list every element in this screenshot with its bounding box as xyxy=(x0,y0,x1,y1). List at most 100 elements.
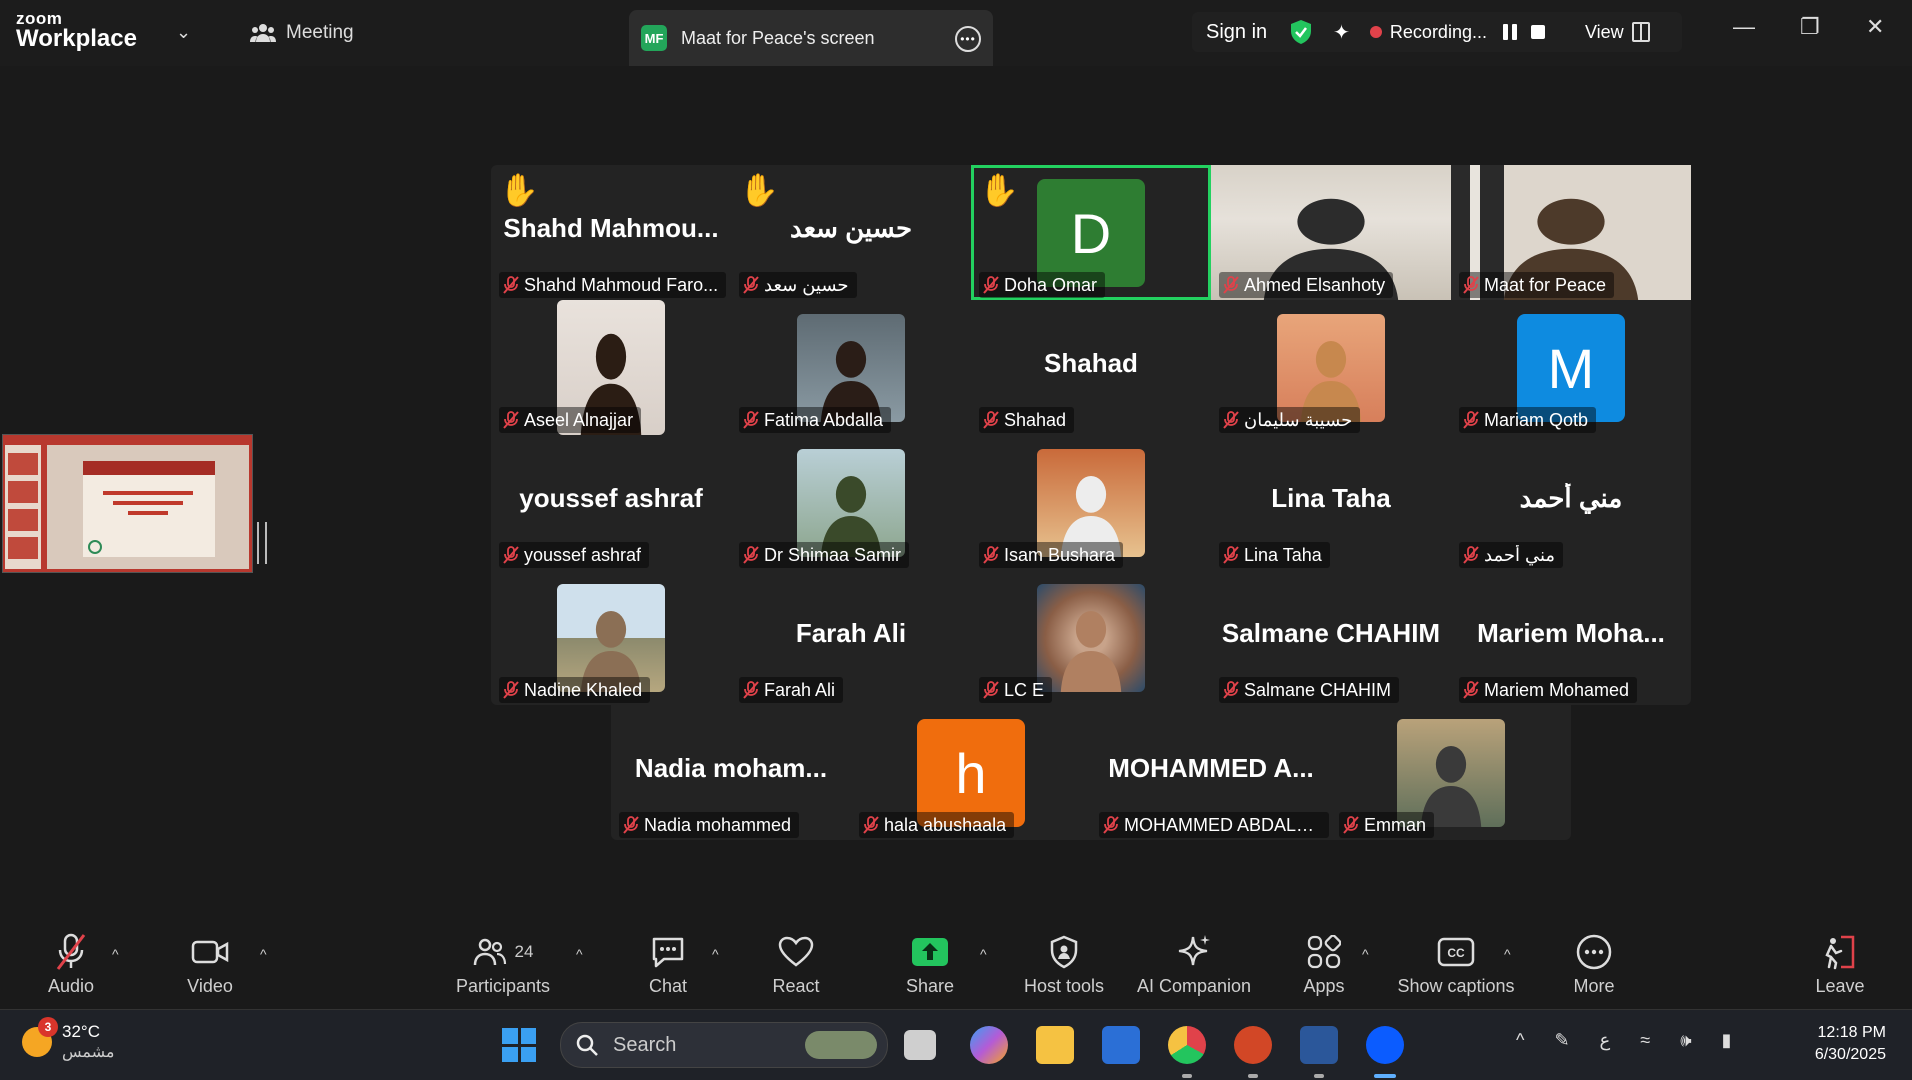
ai-sparkle-icon[interactable]: ✦ xyxy=(1333,20,1350,45)
participant-name: LC E xyxy=(1004,679,1045,700)
host-tools-button[interactable]: Host tools xyxy=(1018,918,1110,1008)
participant-tile[interactable]: MOHAMMED A... MOHAMMED ABDALH... xyxy=(1091,705,1331,840)
chat-bubble-icon xyxy=(652,937,684,967)
wifi-icon[interactable]: ≈ xyxy=(1640,1030,1650,1051)
volume-icon[interactable]: 🕪 xyxy=(1680,1030,1691,1051)
sharer-initials-badge: MF xyxy=(641,25,667,51)
windows-taskbar: 3 32°C مشمس Search ^ ✎ ع ≈ 🕪 ▮ 12:18 PM … xyxy=(0,1009,1912,1080)
restore-button[interactable]: ❐ xyxy=(1800,14,1820,40)
shared-screen-title: Maat for Peace's screen xyxy=(681,27,875,48)
participant-silhouette xyxy=(1060,611,1122,692)
shared-slide-thumbnail[interactable] xyxy=(2,434,253,573)
participant-tile[interactable]: LC E xyxy=(971,570,1211,705)
participant-tile[interactable]: youssef ashraf youssef ashraf xyxy=(491,435,731,570)
participant-tile[interactable]: Aseel Alnajjar xyxy=(491,300,731,435)
participant-silhouette xyxy=(1300,341,1362,422)
audio-button[interactable]: Audio xyxy=(40,918,102,1008)
participant-name: Dr Shimaa Samir xyxy=(764,544,902,565)
audio-options-chevron-icon[interactable]: ^ xyxy=(112,946,119,962)
leave-button[interactable]: Leave xyxy=(1812,918,1868,1008)
participant-name-tag: Isam Bushara xyxy=(979,542,1124,568)
task-view-icon[interactable] xyxy=(904,1030,936,1060)
view-button[interactable]: View xyxy=(1585,22,1650,43)
participant-tile[interactable]: حسيبة سليمان xyxy=(1211,300,1451,435)
file-explorer-icon[interactable] xyxy=(1036,1026,1074,1064)
taskbar-search[interactable]: Search xyxy=(560,1022,888,1068)
zoom-icon[interactable] xyxy=(1366,1026,1404,1064)
captions-options-chevron-icon[interactable]: ^ xyxy=(1504,946,1511,962)
participant-video xyxy=(1277,314,1385,422)
panel-resize-handle[interactable] xyxy=(257,522,267,564)
search-highlight-image xyxy=(805,1031,877,1059)
participant-name: hala abushaala xyxy=(884,814,1007,835)
shared-screen-tab[interactable]: MF Maat for Peace's screen ••• xyxy=(629,10,993,66)
participant-tile[interactable]: Nadia moham... Nadia mohammed xyxy=(611,705,851,840)
participant-tile[interactable]: Fatima Abdalla xyxy=(731,300,971,435)
sign-in-button[interactable]: Sign in xyxy=(1206,21,1267,44)
participant-video xyxy=(557,584,665,692)
chrome-icon[interactable] xyxy=(1168,1026,1206,1064)
participant-tile[interactable]: Isam Bushara xyxy=(971,435,1211,570)
participant-name: Farah Ali xyxy=(764,679,836,700)
react-button[interactable]: React xyxy=(768,918,824,1008)
security-shield-icon[interactable] xyxy=(1289,19,1313,45)
participant-tile[interactable]: Ahmed Elsanhoty xyxy=(1211,165,1451,300)
participant-name-tag: Lina Taha xyxy=(1219,542,1330,568)
more-button[interactable]: More xyxy=(1566,918,1622,1008)
microsoft-store-icon[interactable] xyxy=(1102,1026,1140,1064)
copilot-icon[interactable] xyxy=(970,1026,1008,1064)
minimize-button[interactable]: — xyxy=(1733,14,1755,40)
chat-button[interactable]: Chat xyxy=(640,918,696,1008)
video-options-chevron-icon[interactable]: ^ xyxy=(260,946,267,962)
participant-tile[interactable]: حسين سعد ✋ حسين سعد xyxy=(731,165,971,300)
apps-options-chevron-icon[interactable]: ^ xyxy=(1362,946,1369,962)
show-captions-button[interactable]: CC Show captions xyxy=(1394,918,1518,1008)
participant-tile[interactable]: Mariem Moha... Mariem Mohamed xyxy=(1451,570,1691,705)
video-button[interactable]: Video xyxy=(180,918,240,1008)
participant-tile[interactable]: D ✋ Doha Omar xyxy=(971,165,1211,300)
participant-tile[interactable]: Shahad Shahad xyxy=(971,300,1211,435)
participant-tile[interactable]: M Mariam Qotb xyxy=(1451,300,1691,435)
language-indicator[interactable]: ع xyxy=(1600,1030,1611,1051)
share-button[interactable]: Share xyxy=(900,918,960,1008)
participant-tile[interactable]: h hala abushaala xyxy=(851,705,1091,840)
participant-tile[interactable]: Lina Taha Lina Taha xyxy=(1211,435,1451,570)
share-options-chevron-icon[interactable]: ^ xyxy=(980,946,987,962)
stop-recording-button[interactable] xyxy=(1530,25,1545,39)
participant-name: Shahd Mahmoud Faro... xyxy=(524,274,719,295)
word-icon[interactable] xyxy=(1300,1026,1338,1064)
participants-options-chevron-icon[interactable]: ^ xyxy=(576,946,583,962)
mic-muted-icon xyxy=(1463,546,1479,564)
chevron-down-icon[interactable]: ⌄ xyxy=(176,22,191,43)
windows-start-icon[interactable] xyxy=(502,1028,536,1062)
participant-tile[interactable]: Maat for Peace xyxy=(1451,165,1691,300)
pen-input-icon[interactable]: ✎ xyxy=(1554,1030,1569,1051)
participant-tile[interactable]: Dr Shimaa Samir xyxy=(731,435,971,570)
participant-tile[interactable]: Salmane CHAHIM Salmane CHAHIM xyxy=(1211,570,1451,705)
ai-companion-button[interactable]: AI Companion xyxy=(1134,918,1254,1008)
pause-recording-button[interactable] xyxy=(1502,24,1517,40)
meeting-tab[interactable]: Meeting xyxy=(250,22,354,44)
battery-icon[interactable]: ▮ xyxy=(1722,1030,1732,1051)
svg-text:CC: CC xyxy=(1447,946,1465,960)
leave-door-icon xyxy=(1825,935,1855,969)
more-options-icon[interactable]: ••• xyxy=(955,26,981,52)
participants-button[interactable]: 24 Participants xyxy=(450,918,556,1008)
weather-widget[interactable]: 3 32°C مشمس xyxy=(22,1017,115,1062)
participant-tile[interactable]: Farah Ali Farah Ali xyxy=(731,570,971,705)
participant-tile[interactable]: Emman xyxy=(1331,705,1571,840)
participant-tile[interactable]: Shahd Mahmou... ✋ Shahd Mahmoud Faro... xyxy=(491,165,731,300)
participant-tile[interactable]: مني أحمد مني أحمد xyxy=(1451,435,1691,570)
share-screen-icon xyxy=(912,937,948,966)
show-hidden-icons-chevron-icon[interactable]: ^ xyxy=(1516,1030,1524,1051)
powerpoint-icon[interactable] xyxy=(1234,1026,1272,1064)
mic-muted-icon xyxy=(1223,276,1239,294)
apps-button[interactable]: Apps xyxy=(1296,918,1352,1008)
zoom-workplace-logo: zoom Workplace xyxy=(16,10,137,51)
more-label: More xyxy=(1573,975,1615,996)
chat-options-chevron-icon[interactable]: ^ xyxy=(712,946,719,962)
close-button[interactable]: ✕ xyxy=(1866,14,1884,40)
participant-name-tag: حسين سعد xyxy=(739,272,857,298)
system-clock[interactable]: 12:18 PM 6/30/2025 xyxy=(1800,1022,1886,1067)
participant-tile[interactable]: Nadine Khaled xyxy=(491,570,731,705)
